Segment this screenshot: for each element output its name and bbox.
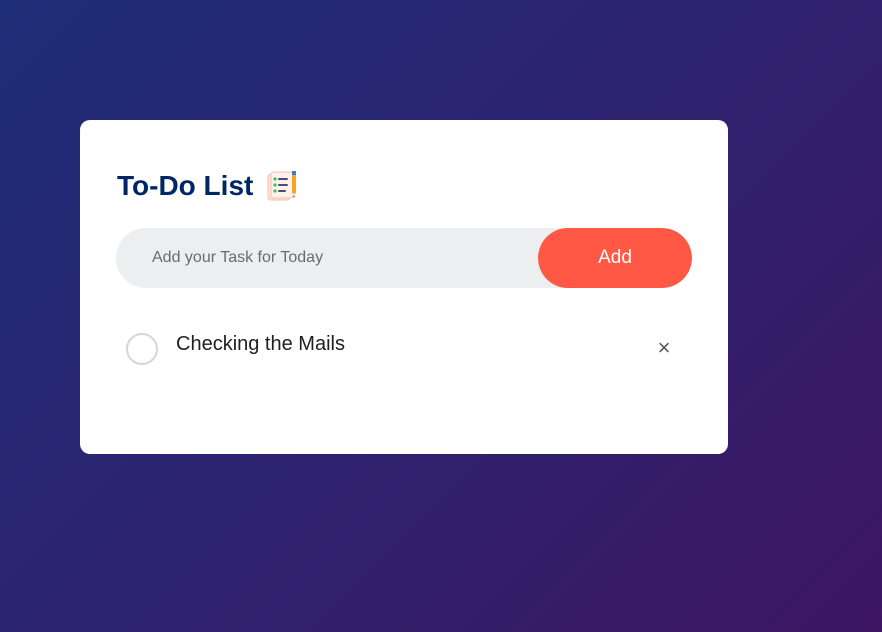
title-row: To-Do List <box>117 168 299 204</box>
task-text: Checking the Mails <box>176 333 345 355</box>
page-title: To-Do List <box>117 170 254 201</box>
close-icon[interactable]: × <box>652 336 676 360</box>
task-input[interactable] <box>116 228 538 288</box>
task-list: Checking the Mails × <box>116 320 692 376</box>
task-input-row: Add <box>116 228 692 288</box>
add-button[interactable]: Add <box>538 228 692 288</box>
notepad-pencil-icon <box>265 169 299 203</box>
todo-card: To-Do List Add Checking the <box>80 120 728 454</box>
list-item[interactable]: Checking the Mails × <box>116 320 692 376</box>
task-checkbox[interactable] <box>126 333 158 365</box>
